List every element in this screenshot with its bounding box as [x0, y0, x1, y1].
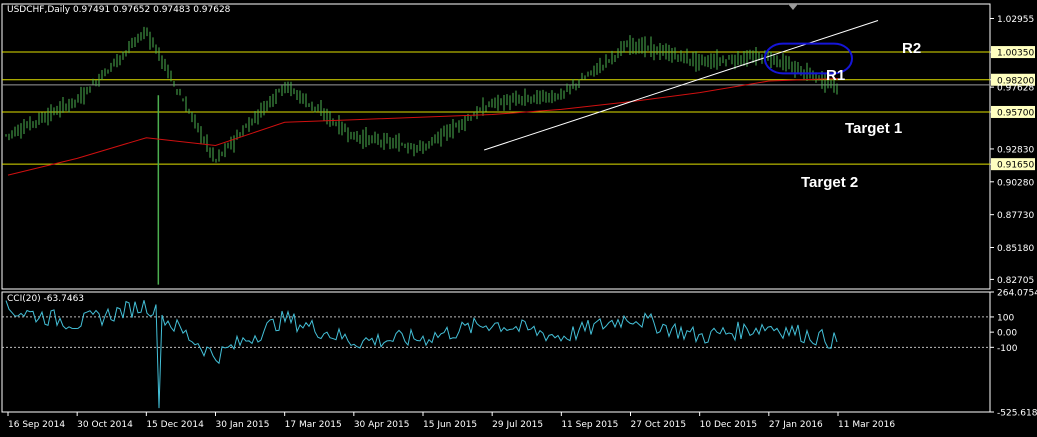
price-tick-label: 0.90280 [997, 178, 1034, 188]
price-tick-label: 0.85180 [997, 244, 1034, 254]
cci-tick-label: 264.0754 [997, 289, 1037, 299]
time-tick-label: 27 Jan 2016 [769, 420, 823, 430]
time-tick-label: 11 Mar 2016 [838, 420, 895, 430]
time-tick-label: 30 Oct 2014 [77, 420, 133, 430]
indicator-title: CCI(20) -63.7463 [7, 294, 85, 304]
time-tick-label: 30 Apr 2015 [354, 420, 410, 430]
price-tick-label: 0.91650 [997, 161, 1034, 171]
price-tick-label: 1.02955 [997, 15, 1034, 25]
price-tick-label: 0.95700 [997, 108, 1034, 118]
symbol-title: USDCHF,Daily 0.97491 0.97652 0.97483 0.9… [7, 5, 231, 15]
time-tick-label: 17 Mar 2015 [285, 420, 342, 430]
cci-tick-label: -100 [997, 344, 1018, 354]
time-tick-label: 16 Sep 2014 [8, 420, 65, 430]
time-tick-label: 29 Jul 2015 [492, 420, 543, 430]
label-target-2: Target 2 [801, 174, 859, 191]
chart-background [0, 0, 1037, 437]
time-tick-label: 27 Oct 2015 [631, 420, 687, 430]
price-tick-label: 0.92830 [997, 145, 1034, 155]
price-tick-label: 0.97628 [997, 84, 1034, 94]
time-tick-label: 10 Dec 2015 [700, 420, 758, 430]
chart-canvas: 1.029551.003500.982000.976280.957000.928… [0, 0, 1037, 437]
time-tick-label: 11 Sep 2015 [561, 420, 618, 430]
label-r1: R1 [826, 67, 846, 84]
price-tick-label: 1.00350 [997, 49, 1034, 59]
time-tick-label: 30 Jan 2015 [216, 420, 270, 430]
cci-tick-label: 100 [997, 313, 1014, 323]
cci-tick-label: -525.6182 [997, 409, 1037, 419]
time-tick-label: 15 Dec 2014 [146, 420, 204, 430]
time-tick-label: 15 Jun 2015 [423, 420, 477, 430]
price-tick-label: 0.82705 [997, 276, 1034, 286]
label-r2: R2 [902, 40, 922, 57]
label-target-1: Target 1 [845, 120, 903, 137]
price-tick-label: 0.87730 [997, 211, 1034, 221]
cci-tick-label: 0.00 [997, 329, 1017, 339]
